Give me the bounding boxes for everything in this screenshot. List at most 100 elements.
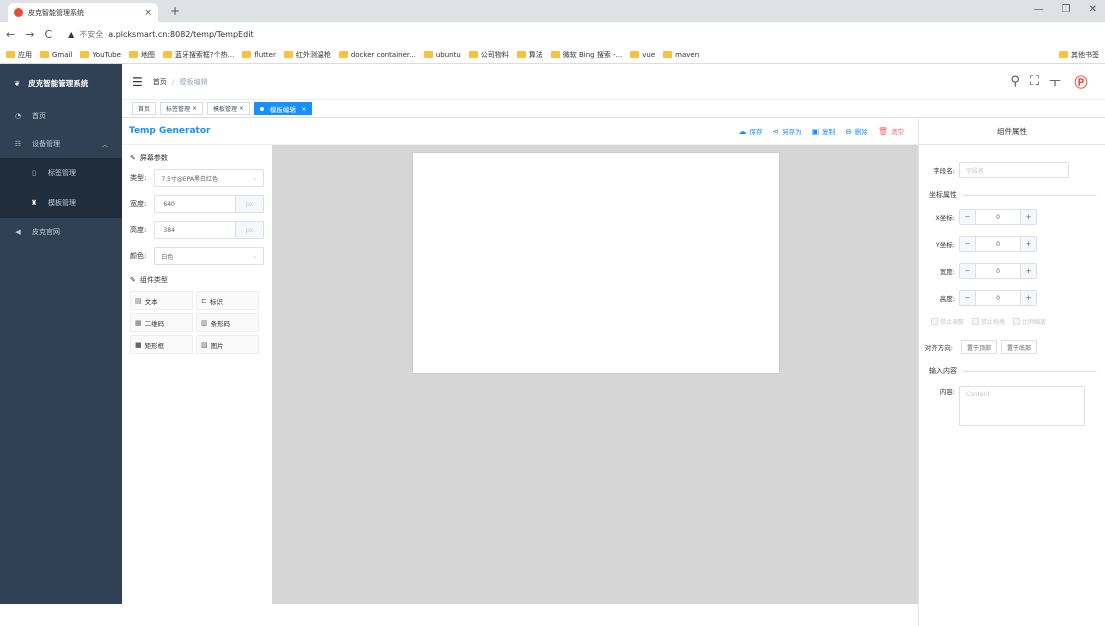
browser-tab[interactable]: 皮克智能管理系统 × <box>8 3 158 22</box>
clear-button[interactable]: 🗑︎ 清空 <box>878 126 904 137</box>
bookmark-item[interactable]: flutter <box>242 51 276 59</box>
bookmark-item[interactable]: 公司物料 <box>468 50 509 60</box>
save-as-button[interactable]: ⋖ 另存为 <box>772 126 801 137</box>
new-tab-icon[interactable]: + <box>170 4 180 18</box>
send-to-bottom-button[interactable]: 置于底部 <box>1001 340 1038 354</box>
bookmark-item[interactable]: vue <box>630 51 655 59</box>
bookmark-label: 红外测温枪 <box>295 50 331 59</box>
design-canvas[interactable] <box>272 145 918 604</box>
plus-icon[interactable]: + <box>1020 237 1036 251</box>
bookmark-item[interactable]: YouTube <box>80 51 121 59</box>
width-stepper[interactable]: − 0 + <box>959 263 1037 279</box>
breadcrumb-home[interactable]: 首页 <box>153 78 167 86</box>
sidebar-item-website[interactable]: ◀ 皮克官网 <box>0 218 122 246</box>
component-image[interactable]: ▨ 图片 <box>196 335 259 354</box>
chevron-down-icon: ⌄ <box>251 174 257 182</box>
tag-template-edit[interactable]: 模板编辑 × <box>253 102 313 115</box>
content-textarea[interactable]: Content <box>959 386 1085 426</box>
reload-icon[interactable]: C <box>44 28 52 41</box>
search-icon[interactable]: ⚲ <box>1010 74 1020 89</box>
sidebar-item-label: 皮克官网 <box>32 228 60 236</box>
folder-icon <box>663 51 673 58</box>
close-tab-icon[interactable]: × <box>144 8 152 18</box>
plus-icon[interactable]: + <box>1020 291 1036 305</box>
font-size-icon[interactable]: ㅜ <box>1049 72 1061 91</box>
shirt-icon: ♜ <box>30 199 38 207</box>
sidebar-item-label: 首页 <box>32 112 46 120</box>
tag-labels[interactable]: 标签管理 × <box>160 102 203 115</box>
editor-toolbar: Temp Generator ☁ 保存 ⋖ 另存为 ▣ 复制 ⊖ 删除 🗑︎ 清空 <box>122 118 918 145</box>
component-rect[interactable]: ■ 矩形框 <box>130 335 193 354</box>
component-qrcode[interactable]: ▦ 二维码 <box>130 313 193 332</box>
checkbox-row: 禁止调整 禁止拖拽 比例缩放 <box>931 317 1046 326</box>
y-stepper[interactable]: − 0 + <box>959 236 1037 252</box>
site-favicon-icon <box>14 8 23 17</box>
delete-button[interactable]: ⊖ 删除 <box>845 126 868 137</box>
height-stepper[interactable]: − 0 + <box>959 290 1037 306</box>
close-window-icon[interactable]: ✕ <box>1089 4 1097 15</box>
chevron-up-icon: ︿ <box>101 141 108 149</box>
sidebar-item-home[interactable]: ◔ 首页 <box>0 102 122 130</box>
sidebar-logo[interactable]: ❦ 皮克智能管理系统 <box>0 64 122 102</box>
minus-icon[interactable]: − <box>960 210 976 224</box>
bring-to-top-button[interactable]: 置于顶部 <box>961 340 998 354</box>
sidebar-item-templates[interactable]: ♜ 模板管理 <box>0 188 122 218</box>
bookmark-item[interactable]: 应用 <box>6 50 32 60</box>
folder-icon <box>6 51 15 58</box>
bookmark-item[interactable]: 红外测温枪 <box>283 50 331 60</box>
lock-drag-checkbox[interactable]: 禁止拖拽 <box>972 317 1005 326</box>
sidebar-item-device[interactable]: ☷ 设备管理 ︿ <box>0 130 122 158</box>
type-select[interactable]: 7.5寸@EPA黑白红色 ⌄ <box>154 169 264 187</box>
copy-button[interactable]: ▣ 复制 <box>812 126 836 137</box>
plus-icon[interactable]: + <box>1020 210 1036 224</box>
bookmark-item[interactable]: 蓝牙搜索框?个热... <box>162 50 234 60</box>
width-value: 640 <box>163 200 175 208</box>
other-bookmarks[interactable]: 其他书签 <box>1059 50 1099 60</box>
field-name-input[interactable]: 字段名 <box>959 162 1069 178</box>
fullscreen-icon[interactable]: ⛶ <box>1030 74 1039 89</box>
sidebar-item-tags[interactable]: ▯ 标签管理 <box>0 158 122 188</box>
template-paper[interactable] <box>412 152 780 374</box>
address-bar: ← → C ▲ 不安全 a.plcksmart.cn:8082/temp/Tem… <box>0 22 1105 626</box>
minus-icon[interactable]: − <box>960 237 976 251</box>
properties-title: 组件属性 <box>919 118 1105 145</box>
forward-icon[interactable]: → <box>25 28 34 41</box>
component-mark[interactable]: ⊏ 标识 <box>196 291 259 310</box>
folder-icon <box>550 51 560 58</box>
bookmark-label: 微软 Bing 搜索 -... <box>562 50 623 59</box>
minus-circle-icon: ⊖ <box>845 126 852 136</box>
x-stepper[interactable]: − 0 + <box>959 209 1037 225</box>
bookmark-item[interactable]: 微软 Bing 搜索 -... <box>550 50 623 60</box>
bookmark-item[interactable]: 地图 <box>128 50 155 60</box>
tag-templates[interactable]: 模板管理 × <box>206 102 250 115</box>
bookmark-item[interactable]: docker container... <box>338 51 416 59</box>
avatar[interactable]: Ⓟ <box>1071 72 1091 92</box>
checkbox-icon <box>1013 318 1021 325</box>
restore-icon[interactable]: ❐ <box>1062 4 1071 15</box>
save-button[interactable]: ☁ 保存 <box>738 126 762 137</box>
tag-home[interactable]: 首页 <box>132 102 157 115</box>
minus-icon[interactable]: − <box>960 291 976 305</box>
warning-icon: ▲ <box>68 29 75 39</box>
component-label: 标识 <box>209 297 223 306</box>
minus-icon[interactable]: − <box>960 264 976 278</box>
component-barcode[interactable]: ▥ 条形码 <box>196 313 259 332</box>
bookmark-item[interactable]: ubuntu <box>423 51 461 59</box>
folder-icon <box>468 51 478 58</box>
bookmark-item[interactable]: 算法 <box>516 50 543 60</box>
minimize-icon[interactable]: — <box>1034 4 1044 15</box>
color-select[interactable]: 白色 ⌄ <box>154 247 264 265</box>
back-icon[interactable]: ← <box>6 28 15 41</box>
bookmark-item[interactable]: maven <box>663 51 699 59</box>
hamburger-icon[interactable]: ☰ <box>132 75 143 89</box>
lock-resize-checkbox[interactable]: 禁止调整 <box>931 317 964 326</box>
coord-divider: 坐标属性 <box>929 190 1097 200</box>
plus-icon[interactable]: + <box>1020 264 1036 278</box>
h-value: 0 <box>996 294 1000 302</box>
component-text[interactable]: ▤ 文本 <box>130 291 193 310</box>
scale-checkbox[interactable]: 比例缩放 <box>1013 317 1046 326</box>
width-input[interactable]: 640 px <box>154 195 264 213</box>
height-input[interactable]: 384 px <box>154 221 264 239</box>
bookmark-item[interactable]: Gmail <box>40 51 72 59</box>
url-field[interactable]: ▲ 不安全 a.plcksmart.cn:8082/temp/TempEdit <box>68 29 253 40</box>
